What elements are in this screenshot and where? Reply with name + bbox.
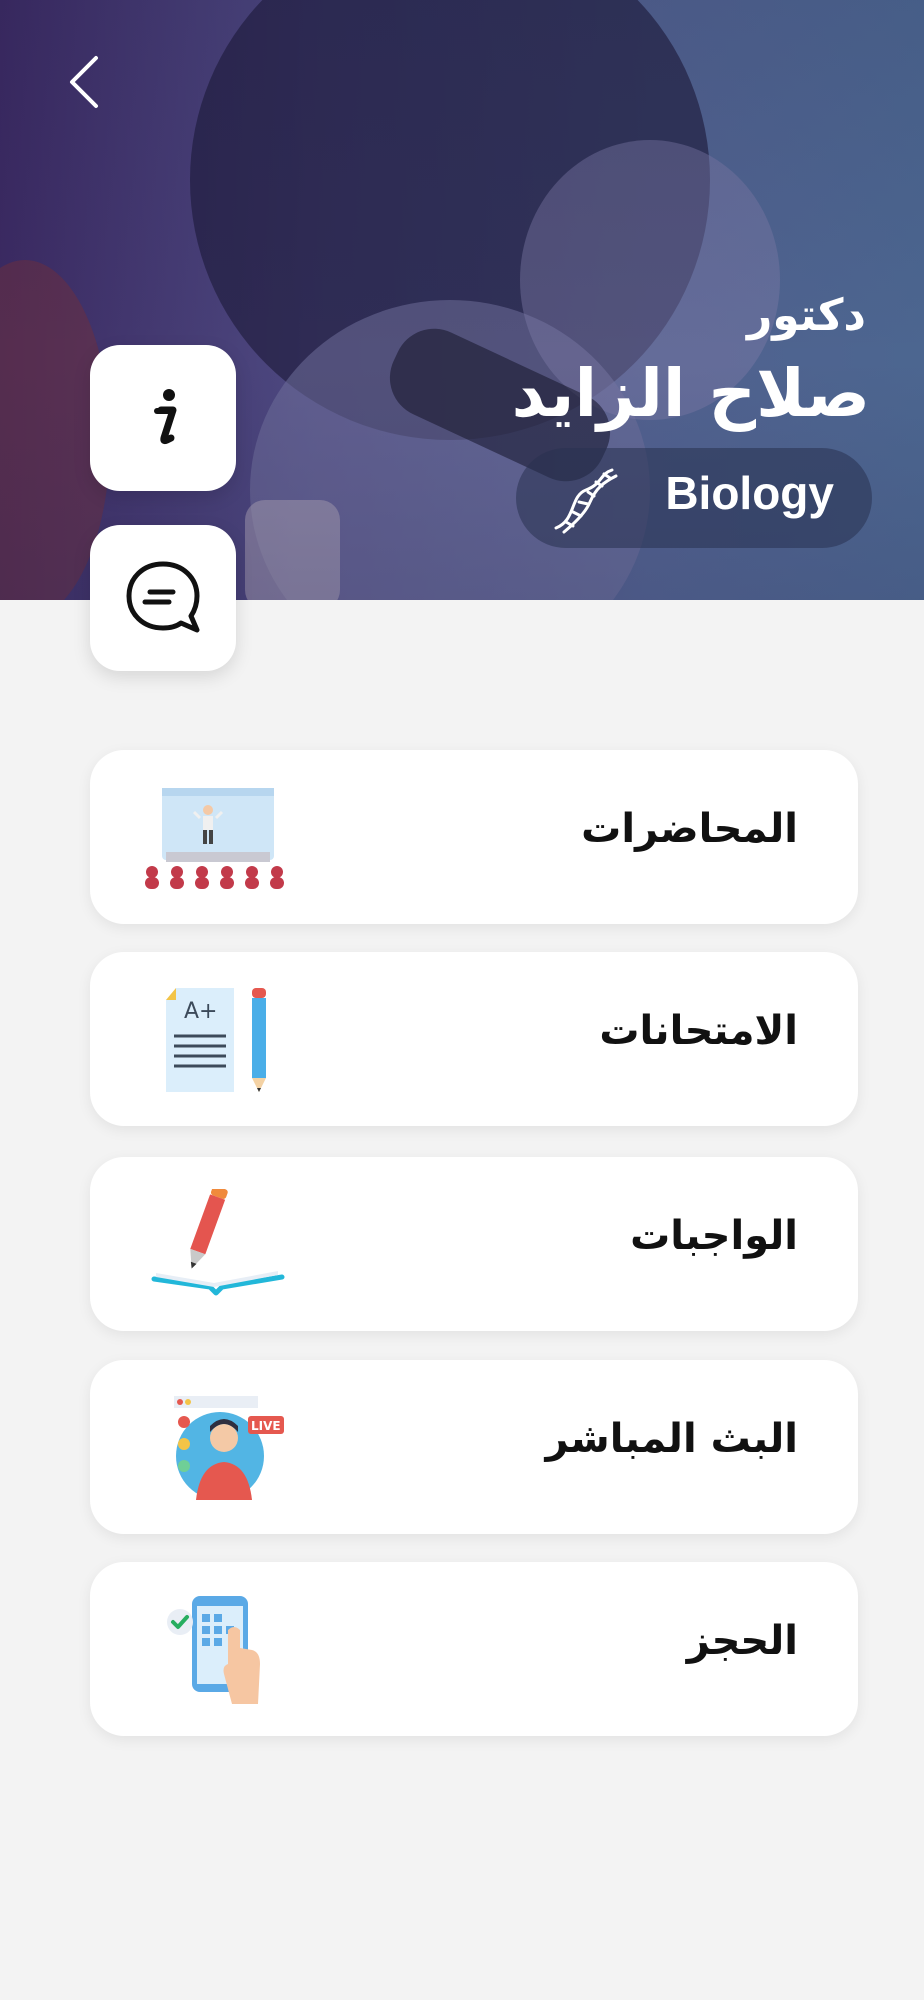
- subject-badge: Biology: [516, 448, 872, 548]
- dna-icon: [554, 468, 618, 534]
- chevron-left-icon[interactable]: [60, 52, 110, 112]
- menu-item-label: الواجبات: [630, 1213, 798, 1259]
- menu-item-label: المحاضرات: [581, 806, 798, 852]
- lecture-hall-icon: [145, 788, 284, 889]
- info-icon: [154, 389, 177, 445]
- profile-header: دكتور صلاح الزايد Biology: [0, 0, 924, 600]
- chat-bubble-icon: [126, 561, 200, 633]
- booking-phone-icon: [167, 1596, 260, 1704]
- live-stream-icon: LIVE: [174, 1396, 284, 1500]
- title-prefix: دكتور: [746, 290, 866, 341]
- menu-item-label: الامتحانات: [599, 1008, 798, 1054]
- homework-book-icon: [151, 1189, 285, 1296]
- info-button[interactable]: [90, 345, 236, 491]
- chat-button[interactable]: [90, 525, 236, 671]
- exam-paper-icon: A+: [166, 988, 266, 1092]
- subject-label: Biology: [665, 467, 834, 519]
- menu-item-label: الحجز: [686, 1618, 798, 1664]
- svg-text:LIVE: LIVE: [251, 1419, 281, 1433]
- menu-item-homework[interactable]: الواجبات: [90, 1157, 858, 1331]
- menu-item-live-stream[interactable]: LIVE البث المباشر: [90, 1360, 858, 1534]
- menu-item-exams[interactable]: A+ الامتحانات: [90, 952, 858, 1126]
- doctor-name: صلاح الزايد: [511, 355, 870, 432]
- menu-item-lectures[interactable]: المحاضرات: [90, 750, 858, 924]
- menu-item-booking[interactable]: الحجز: [90, 1562, 858, 1736]
- menu-item-label: البث المباشر: [545, 1416, 798, 1462]
- svg-text:A+: A+: [184, 999, 217, 1024]
